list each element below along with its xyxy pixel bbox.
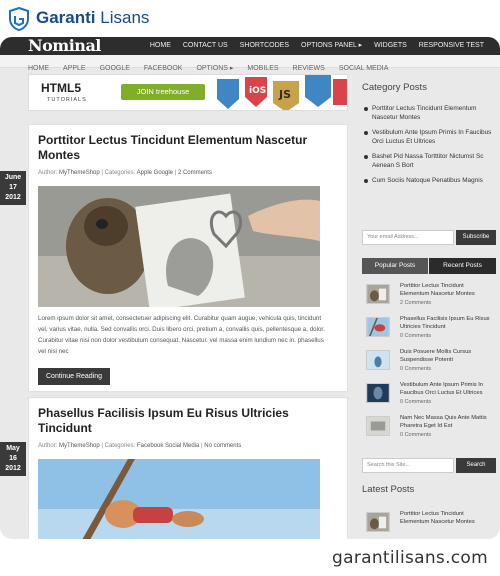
category-post-link[interactable]: Vestibulum Ante Ipsum Primis In Faucibus… (362, 128, 496, 146)
popular-post-comments: 0 Comments (400, 432, 432, 438)
banner-badges-icon: iOS JS (217, 75, 347, 110)
post-date-year: 2012 (5, 465, 21, 472)
post-title[interactable]: Phasellus Facilisis Ipsum Eu Risus Ultri… (38, 406, 328, 436)
post-date-day: 16 (9, 455, 17, 462)
popular-post-comments: 2 Comments (400, 300, 432, 306)
post-thumbnail (366, 317, 390, 337)
popular-recent-tabs: Popular Posts Recent Posts (362, 258, 496, 274)
post-categories-link[interactable]: Facebook Social Media (137, 443, 199, 449)
search-input[interactable]: Search this Site... (362, 458, 454, 473)
popular-post-title[interactable]: Phasellus Facilisis Ipsum Eu Risus Ultri… (400, 315, 494, 331)
category-post-link[interactable]: Cum Sociis Natoque Penatibus Magnis (362, 176, 496, 185)
popular-post-title[interactable]: Porttitor Lectus Tincidunt Elementum Nas… (400, 282, 494, 298)
post-featured-image[interactable] (38, 186, 320, 307)
brand-header: Garanti Lisans (0, 0, 500, 36)
post-author-label: Author: (38, 443, 58, 449)
popular-post-item[interactable]: Nam Nec Massa Quis Ante Mattis Pharetra … (362, 414, 496, 444)
post-date-day: 17 (9, 184, 17, 191)
tab-recent-posts[interactable]: Recent Posts (429, 258, 496, 274)
latest-post-title[interactable]: Porttitor Lectus Tincidunt Elementum Nas… (400, 510, 494, 526)
post-thumbnail (366, 350, 390, 370)
top-nav-responsive-test[interactable]: RESPONSIVE TEST (413, 37, 490, 55)
latest-posts-heading: Latest Posts (362, 484, 415, 495)
subscribe-button[interactable]: Subscribe (456, 230, 496, 245)
footer-url: garantilisans.com (332, 548, 488, 568)
popular-post-comments: 0 Comments (400, 366, 432, 372)
top-nav-widgets[interactable]: WIDGETS (368, 37, 413, 55)
site-title[interactable]: Nominal (28, 37, 101, 55)
top-bar: Nominal HOME CONTACT US SHORTCODES OPTIO… (0, 37, 500, 55)
post-author-link[interactable]: MyThemeShop (59, 443, 100, 449)
post-excerpt: Lorem ipsum dolor sit amet, consectetuer… (38, 315, 325, 355)
post-author-label: Author: (38, 170, 58, 176)
popular-post-title[interactable]: Duis Posuere Mollis Cursus Suspendisse P… (400, 348, 494, 364)
category-nav: HOME APPLE GOOGLE FACEBOOK OPTIONS ▸ MOBILES R… (0, 55, 500, 72)
post-card: Phasellus Facilisis Ipsum Eu Risus Ultri… (28, 397, 348, 539)
banner-subheading: TUTORIALS (47, 97, 87, 103)
post-date: May 16 2012 (0, 442, 26, 476)
brand-name-bold: Garanti (36, 8, 96, 27)
banner-js-label: JS (278, 88, 291, 101)
latest-posts-widget: Latest Posts (362, 484, 496, 495)
post-thumbnail (366, 512, 390, 532)
post-thumbnail (366, 284, 390, 304)
popular-post-item[interactable]: Phasellus Facilisis Ipsum Eu Risus Ultri… (362, 315, 496, 345)
top-nav-home[interactable]: HOME (144, 37, 177, 55)
banner-ios-label: iOS (249, 86, 266, 96)
post-categories-label: Categories: (104, 443, 136, 449)
banner-ad[interactable]: HTML5 TUTORIALS JOIN treehouse iOS JS (28, 74, 348, 111)
popular-post-comments: 0 Comments (400, 399, 432, 405)
continue-reading-button[interactable]: Continue Reading (38, 368, 111, 385)
post-thumbnail (366, 416, 390, 436)
popular-post-item[interactable]: Duis Posuere Mollis Cursus Suspendisse P… (362, 348, 496, 378)
post-date-month: May (6, 445, 20, 452)
popular-post-title[interactable]: Vestibulum Ante Ipsum Primis In Faucibus… (400, 381, 494, 397)
post-date-month: June (4, 174, 22, 181)
banner-heading: HTML5 (41, 81, 81, 95)
search-button[interactable]: Search (456, 458, 496, 473)
category-posts-heading: Category Posts (362, 82, 427, 93)
email-input[interactable]: Your email Address... (362, 230, 454, 245)
latest-post-item[interactable]: Porttitor Lectus Tincidunt Elementum Nas… (362, 510, 496, 539)
popular-post-item[interactable]: Vestibulum Ante Ipsum Primis In Faucibus… (362, 381, 496, 411)
shield-logo-icon (9, 7, 29, 31)
popular-post-comments: 0 Comments (400, 333, 432, 339)
popular-post-item[interactable]: Porttitor Lectus Tincidunt Elementum Nas… (362, 282, 496, 312)
post-categories-link[interactable]: Apple Google (137, 170, 173, 176)
post-meta: Author: MyThemeShop | Categories: Apple … (38, 170, 212, 176)
post-meta: Author: MyThemeShop | Categories: Facebo… (38, 443, 241, 449)
tab-popular-posts[interactable]: Popular Posts (362, 258, 428, 274)
category-posts-widget: Category Posts Porttitor Lectus Tincidun… (362, 82, 496, 191)
category-posts-list: Porttitor Lectus Tincidunt Elementum Nas… (362, 104, 496, 185)
post-featured-image[interactable] (38, 459, 320, 539)
post-author-link[interactable]: MyThemeShop (59, 170, 100, 176)
post-date-year: 2012 (5, 194, 21, 201)
post-date: June 17 2012 (0, 171, 26, 205)
browser-frame: Nominal HOME CONTACT US SHORTCODES OPTIO… (0, 37, 500, 539)
category-post-link[interactable]: Porttitor Lectus Tincidunt Elementum Nas… (362, 104, 496, 122)
top-nav: HOME CONTACT US SHORTCODES OPTIONS PANEL… (144, 37, 490, 55)
category-post-link[interactable]: Bashet Pid Nassa Tortttitor Nictumst Sc … (362, 152, 496, 170)
top-nav-options-panel[interactable]: OPTIONS PANEL ▸ (295, 37, 368, 55)
post-categories-label: Categories: (104, 170, 136, 176)
brand-name: Garanti Lisans (36, 8, 149, 28)
post-card: Porttitor Lectus Tincidunt Elementum Nas… (28, 124, 348, 392)
popular-post-title[interactable]: Nam Nec Massa Quis Ante Mattis Pharetra … (400, 414, 494, 430)
post-comments-link[interactable]: No comments (204, 443, 241, 449)
post-comments-link[interactable]: 2 Comments (178, 170, 212, 176)
post-thumbnail (366, 383, 390, 403)
top-nav-shortcodes[interactable]: SHORTCODES (234, 37, 295, 55)
banner-join-button[interactable]: JOIN treehouse (121, 84, 205, 100)
brand-name-rest: Lisans (95, 8, 150, 27)
top-nav-contact[interactable]: CONTACT US (177, 37, 234, 55)
post-title[interactable]: Porttitor Lectus Tincidunt Elementum Nas… (38, 133, 328, 163)
